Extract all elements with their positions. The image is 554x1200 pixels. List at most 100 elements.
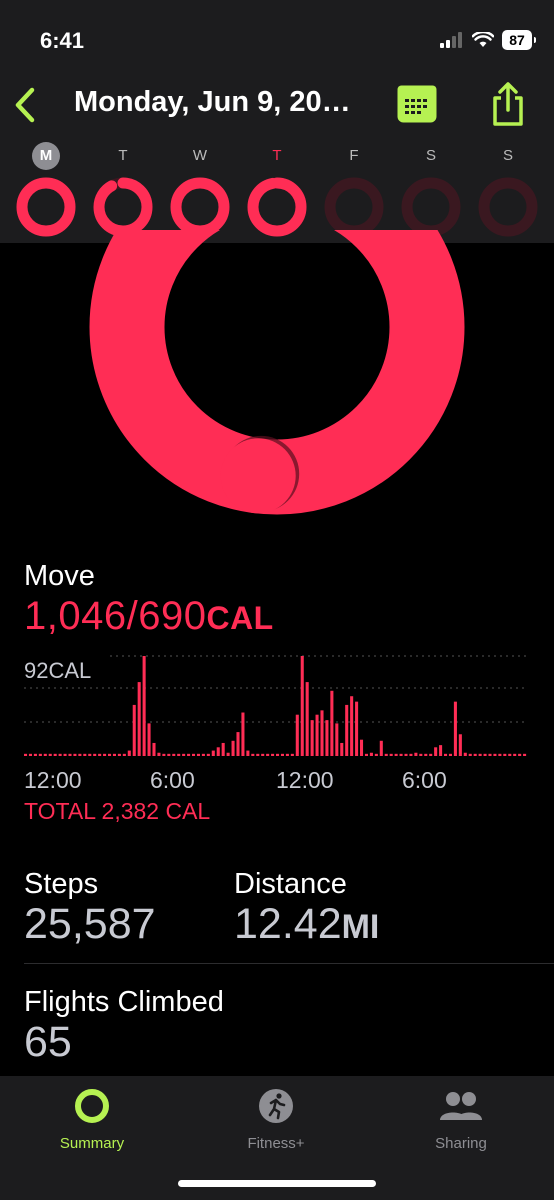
calendar-icon — [397, 85, 437, 123]
day-ring — [401, 177, 461, 237]
chart-bar — [127, 750, 131, 756]
chart-bar — [458, 734, 462, 756]
runner-icon — [259, 1089, 293, 1123]
chart-bar — [300, 656, 304, 756]
day-letter: S — [502, 147, 513, 164]
chart-bar — [112, 753, 116, 756]
chart-bar — [350, 696, 354, 756]
chart-bar — [290, 753, 294, 756]
chart-bar — [192, 753, 196, 756]
day-ring — [170, 177, 230, 237]
day-0[interactable]: M — [14, 142, 78, 238]
back-button[interactable] — [8, 84, 46, 126]
chart-bar — [68, 753, 72, 756]
chart-bar — [513, 753, 517, 756]
chart-bar — [463, 752, 467, 756]
chart-bar — [488, 753, 492, 756]
chart-bar — [384, 753, 388, 756]
share-button[interactable] — [488, 80, 528, 128]
chart-bar — [444, 753, 448, 756]
chart-bar — [177, 753, 181, 756]
home-indicator — [178, 1180, 376, 1187]
chart-bar — [414, 752, 418, 756]
chart-x-tick: 12:00 — [24, 767, 82, 793]
chart-bar — [360, 739, 364, 756]
calendar-button[interactable] — [396, 84, 438, 124]
move-unit: CAL — [206, 600, 274, 636]
chart-bar — [157, 752, 161, 756]
chart-bar — [503, 753, 507, 756]
chart-bar — [43, 753, 47, 756]
chart-x-tick: 12:00 — [276, 767, 334, 793]
chart-bar — [256, 753, 260, 756]
chart-bar — [345, 704, 349, 756]
move-value: 1,046/690CAL — [24, 594, 274, 639]
chart-bar — [24, 753, 28, 756]
chart-bar — [48, 753, 52, 756]
day-6[interactable]: S — [476, 142, 540, 238]
chart-bar — [261, 753, 265, 756]
day-4[interactable]: F — [322, 142, 386, 238]
chart-bar — [478, 753, 482, 756]
steps-label: Steps — [24, 868, 99, 900]
chart-bar — [147, 723, 151, 756]
chart-x-tick: 6:00 — [150, 767, 195, 793]
chart-bar — [394, 753, 398, 756]
chart-bar — [335, 723, 339, 756]
chart-bar — [468, 753, 472, 756]
chart-bar — [211, 750, 215, 756]
day-2[interactable]: W — [168, 142, 232, 238]
chart-bar — [201, 753, 205, 756]
chart-bar — [152, 742, 156, 756]
chart-bar — [419, 753, 423, 756]
day-letter: W — [192, 147, 208, 164]
share-icon — [493, 82, 523, 126]
chart-bar — [374, 753, 378, 756]
distance-value: 12.42MI — [234, 900, 379, 949]
chart-bar — [448, 753, 452, 756]
chart-bar — [108, 753, 112, 756]
chart-bar — [276, 753, 280, 756]
chart-bar — [310, 720, 314, 756]
chart-bar — [399, 753, 403, 756]
day-ring — [324, 177, 384, 237]
day-ring — [93, 177, 153, 237]
chart-bar — [236, 732, 240, 756]
day-3[interactable]: T — [245, 142, 309, 238]
chart-bar — [364, 753, 368, 756]
move-calories: 1,046/690 — [24, 594, 207, 638]
tab-fitness-plus[interactable]: Fitness+ — [206, 1086, 346, 1152]
chart-bar — [424, 753, 428, 756]
chart-bar — [58, 753, 62, 756]
chart-bar — [117, 753, 121, 756]
tab-sharing[interactable]: Sharing — [391, 1086, 531, 1152]
status-time: 6:41 — [40, 28, 85, 53]
chart-bar — [498, 753, 502, 756]
chart-bar — [355, 701, 359, 756]
chart-bar — [162, 753, 166, 756]
chart-bar — [196, 753, 200, 756]
chart-bar — [142, 656, 146, 756]
chart-bar — [295, 714, 299, 756]
tab-summary[interactable]: Summary — [22, 1086, 162, 1152]
chart-bar — [122, 753, 126, 756]
move-label: Move — [24, 560, 95, 592]
chart-bar — [330, 690, 334, 756]
chart-bar — [523, 753, 527, 756]
day-5[interactable]: S — [399, 142, 463, 238]
chart-bar — [325, 720, 329, 756]
chart-bar — [103, 753, 107, 756]
chart-bar — [439, 745, 443, 756]
chart-bar — [221, 742, 225, 756]
chart-bar — [320, 710, 324, 756]
chart-top-label: 92CAL — [24, 658, 91, 683]
chart-bar — [271, 753, 275, 756]
chart-bar — [251, 753, 255, 756]
day-ring — [478, 177, 538, 237]
day-1[interactable]: T — [91, 142, 155, 238]
tab-sharing-label: Sharing — [435, 1135, 487, 1152]
chart-bar — [340, 742, 344, 756]
chart-bar — [231, 740, 235, 756]
chart-bar — [280, 753, 284, 756]
chart-bar — [216, 747, 220, 756]
